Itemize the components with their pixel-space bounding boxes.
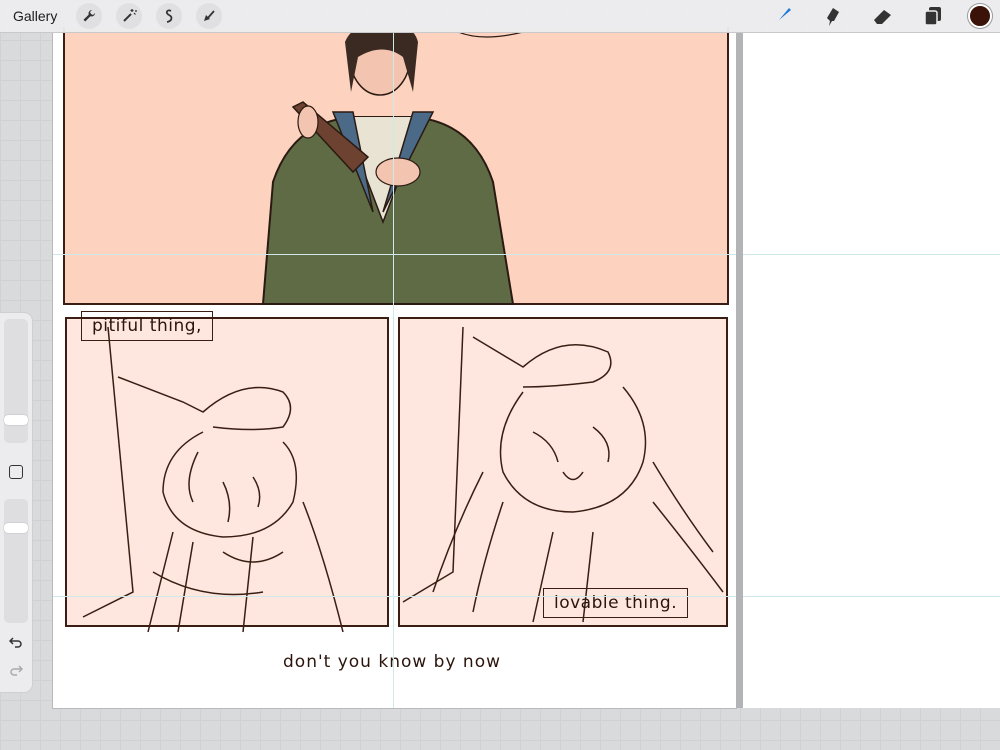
canvas-page-next[interactable]	[743, 32, 1000, 708]
magic-wand-icon[interactable]	[116, 3, 143, 29]
left-sidebar	[0, 313, 32, 692]
layers-icon[interactable]	[919, 2, 947, 30]
canvas-page[interactable]: pitiful thing, lovable thing. don't you …	[53, 27, 736, 708]
brush-size-handle[interactable]	[4, 415, 28, 425]
guide-line	[53, 254, 736, 255]
undo-icon[interactable]	[6, 635, 26, 653]
eraser-icon[interactable]	[869, 2, 897, 30]
caption-left: pitiful thing,	[81, 311, 213, 341]
guide-line	[743, 254, 1000, 255]
page-gutter	[736, 32, 743, 708]
bottom-caption: don't you know by now	[283, 652, 502, 672]
caption-right: lovable thing.	[543, 588, 689, 618]
brush-size-slider[interactable]	[4, 319, 28, 443]
smudge-icon[interactable]	[819, 2, 847, 30]
brush-icon[interactable]	[769, 2, 797, 30]
guide-line	[393, 32, 394, 708]
modify-button[interactable]	[9, 465, 23, 479]
gallery-button[interactable]: Gallery	[13, 8, 57, 24]
selection-icon[interactable]	[156, 3, 183, 29]
redo-icon[interactable]	[6, 663, 26, 681]
wrench-icon[interactable]	[76, 3, 103, 29]
color-picker-swatch[interactable]	[968, 4, 992, 28]
guide-line	[53, 596, 736, 597]
opacity-handle[interactable]	[4, 523, 28, 533]
guide-line	[743, 596, 1000, 597]
transform-icon[interactable]	[196, 3, 223, 29]
top-toolbar: Gallery	[0, 0, 1000, 33]
opacity-slider[interactable]	[4, 499, 28, 623]
